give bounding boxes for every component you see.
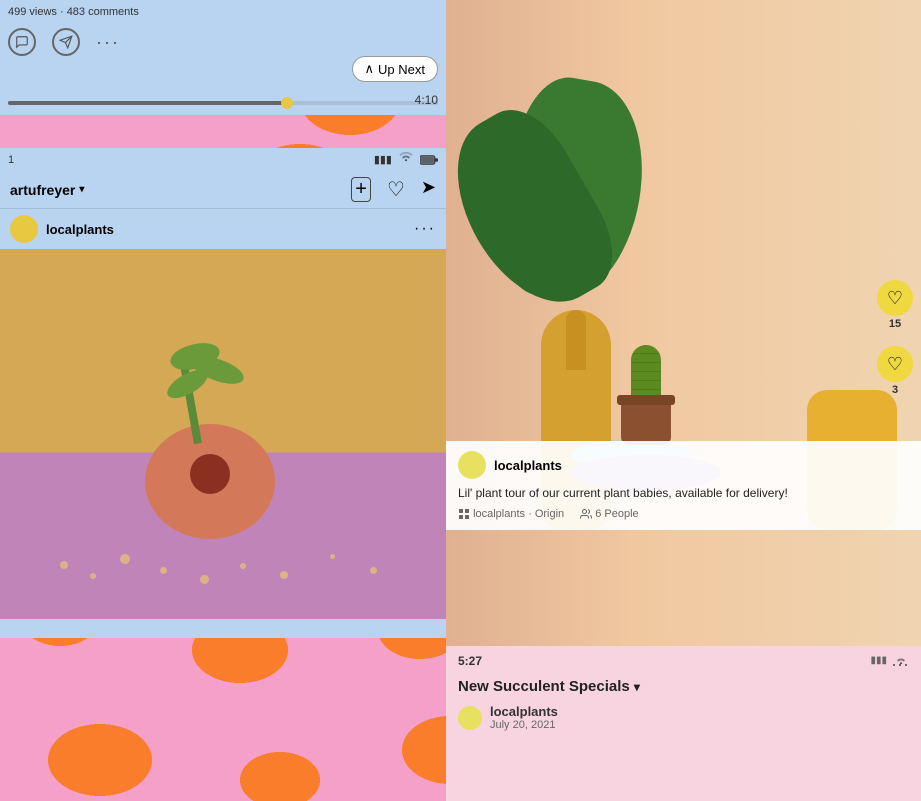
bottom-signal-icon: ▮▮▮ bbox=[870, 655, 887, 667]
chevron-up-icon: ∧ bbox=[365, 61, 375, 77]
progress-fill bbox=[8, 101, 288, 105]
reaction-count-1: 15 bbox=[889, 318, 901, 330]
sand-trail bbox=[20, 539, 426, 589]
video-bar: 499 views · 483 comments ··· ∧ Up Next bbox=[0, 0, 446, 115]
plant-scene bbox=[0, 249, 446, 619]
post-more-dots[interactable]: ··· bbox=[414, 220, 436, 238]
post-username: localplants bbox=[10, 215, 114, 243]
plus-icon[interactable]: + bbox=[351, 177, 371, 202]
video-icons: ··· ∧ Up Next bbox=[0, 28, 446, 56]
battery-icon bbox=[420, 155, 438, 165]
overlay-username: localplants bbox=[494, 458, 562, 473]
bottom-video-card: 5:27 ▮▮▮ New Succulent Specials ▾ localp… bbox=[446, 646, 921, 801]
bottom-video-header: 5:27 ▮▮▮ bbox=[446, 646, 921, 676]
heart-reaction-icon: ♡ bbox=[887, 288, 903, 309]
instagram-username: artufreyer ▾ bbox=[10, 182, 84, 198]
instagram-overlay: localplants Lil' plant tour of our curre… bbox=[446, 441, 921, 530]
header-action-icons: + ♡ ➤ bbox=[351, 177, 436, 202]
video-stats: 499 views · 483 comments bbox=[8, 6, 139, 18]
bottom-video-avatar bbox=[458, 706, 482, 730]
avatar bbox=[10, 215, 38, 243]
right-panel: localplants Lil' plant tour of our curre… bbox=[446, 0, 921, 801]
status-bar: 1 ▮▮▮ bbox=[0, 148, 446, 171]
dropdown-icon[interactable]: ▾ bbox=[79, 184, 84, 195]
wifi-icon bbox=[398, 152, 414, 167]
instagram-header: artufreyer ▾ + ♡ ➤ bbox=[0, 171, 446, 209]
share-icon[interactable] bbox=[52, 28, 80, 56]
reaction-count-2: 3 bbox=[892, 384, 898, 396]
overlay-avatar bbox=[458, 451, 486, 479]
send-icon[interactable]: ➤ bbox=[421, 177, 436, 202]
more-dots-top[interactable]: ··· bbox=[96, 32, 120, 53]
overlay-caption: Lil' plant tour of our current plant bab… bbox=[458, 485, 909, 502]
bottom-video-title-row: New Succulent Specials ▾ bbox=[446, 676, 921, 698]
reaction-heart-1[interactable]: ♡ 15 bbox=[877, 280, 913, 330]
bottom-video-username: localplants bbox=[490, 704, 558, 719]
heart-icon[interactable]: ♡ bbox=[387, 177, 405, 202]
reaction-icons: ♡ 15 ♡ 3 bbox=[877, 280, 913, 396]
bottom-video-more-dots[interactable]: ··· bbox=[891, 654, 909, 675]
progress-handle[interactable] bbox=[281, 97, 293, 109]
overlay-meta2: 6 People bbox=[580, 508, 639, 520]
signal-icon: ▮▮▮ bbox=[374, 153, 392, 166]
plant-photo: localplants Lil' plant tour of our curre… bbox=[446, 0, 921, 660]
post-user-row: localplants ··· bbox=[0, 209, 446, 249]
plant-image bbox=[0, 249, 446, 619]
overlay-user: localplants bbox=[458, 451, 909, 479]
up-next-button[interactable]: ∧ Up Next bbox=[352, 56, 438, 82]
cactus bbox=[621, 400, 671, 445]
status-left: 1 bbox=[8, 154, 14, 166]
overlay-meta: localplants · Origin 6 People bbox=[458, 508, 909, 520]
bottom-video-time: 5:27 bbox=[458, 654, 482, 668]
reaction-heart-2[interactable]: ♡ 3 bbox=[877, 346, 913, 396]
comment-icon[interactable] bbox=[8, 28, 36, 56]
bottom-video-user-info: localplants July 20, 2021 bbox=[490, 704, 558, 731]
progress-bar[interactable] bbox=[8, 101, 438, 105]
bottom-video-title-text: New Succulent Specials ▾ bbox=[458, 678, 640, 695]
plant-pot bbox=[145, 424, 275, 539]
heart-reaction-icon-2: ♡ bbox=[887, 354, 903, 375]
overlay-meta1: localplants · Origin bbox=[458, 508, 564, 520]
instagram-card: 1 ▮▮▮ artufreyer bbox=[0, 148, 446, 638]
time-display: 4:10 bbox=[415, 93, 438, 107]
title-dropdown-icon[interactable]: ▾ bbox=[634, 680, 640, 694]
bottom-video-user-row: localplants July 20, 2021 bbox=[446, 698, 921, 737]
bottom-video-date: July 20, 2021 bbox=[490, 719, 558, 731]
left-panel: 499 views · 483 comments ··· ∧ Up Next bbox=[0, 0, 446, 801]
